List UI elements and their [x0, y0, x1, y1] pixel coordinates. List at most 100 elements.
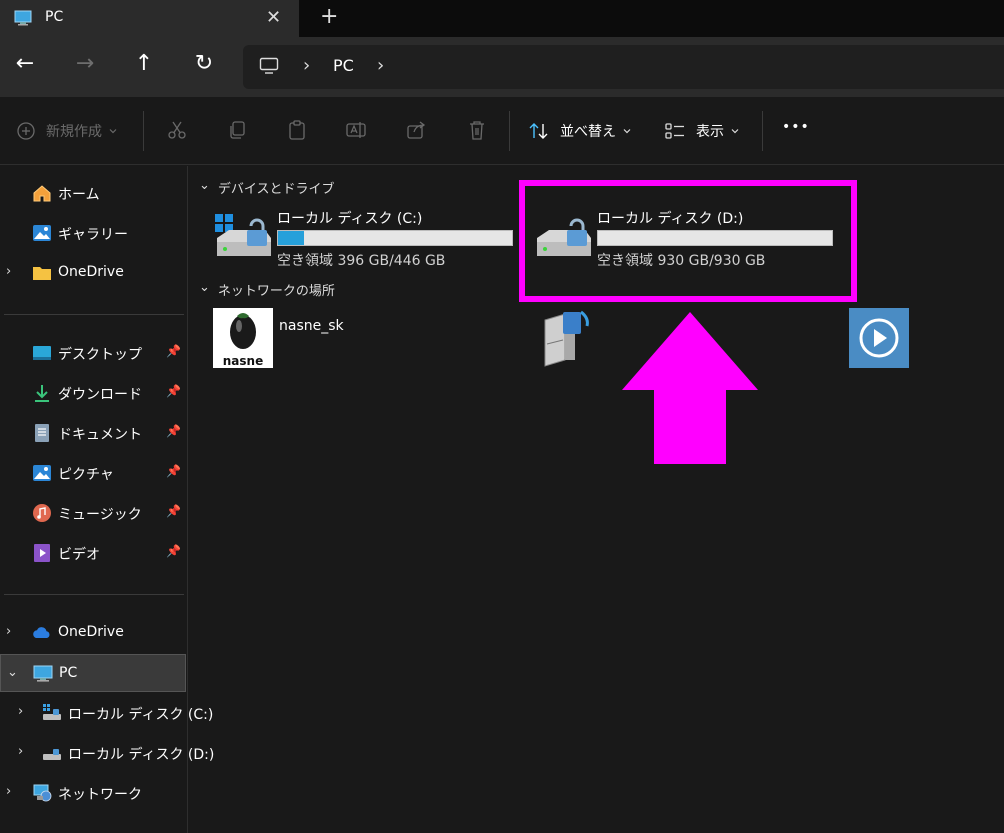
drive-c-usage-bar — [277, 230, 513, 246]
sidebar-item-label: OneDrive — [58, 624, 124, 640]
new-tab-button[interactable]: + — [320, 4, 338, 29]
address-bar[interactable]: › PC › — [243, 45, 1004, 89]
sidebar-item-label: ギャラリー — [58, 227, 128, 243]
cut-icon[interactable] — [166, 119, 188, 141]
chevron-right-icon[interactable]: › — [6, 624, 11, 639]
pc-icon — [33, 665, 53, 682]
sidebar-item-gallery[interactable]: ギャラリー — [0, 216, 186, 250]
share-icon[interactable] — [405, 119, 427, 141]
tab-title: PC — [45, 9, 64, 25]
drive-c-usage-fill — [278, 231, 304, 245]
sidebar-item-label: ドキュメント — [58, 427, 142, 443]
sidebar-item-music[interactable]: ミュージック 📌 — [0, 496, 186, 530]
tab-pc[interactable]: PC ✕ — [0, 0, 299, 37]
toolbar-divider — [143, 111, 144, 151]
sidebar-item-desktop[interactable]: デスクトップ 📌 — [0, 336, 186, 370]
pin-icon[interactable]: 📌 — [166, 384, 181, 398]
group-network-header[interactable]: ⌄ ネットワークの場所 — [199, 280, 335, 299]
media-server-icon[interactable] — [535, 308, 591, 368]
pin-icon[interactable]: 📌 — [166, 544, 181, 558]
sidebar-item-downloads[interactable]: ダウンロード 📌 — [0, 376, 186, 410]
refresh-button[interactable]: ↻ — [189, 51, 219, 76]
paste-icon[interactable] — [286, 119, 308, 141]
chevron-right-icon[interactable]: › — [6, 784, 11, 799]
up-button[interactable]: ↑ — [129, 51, 159, 76]
sidebar-item-pc[interactable]: ⌄ PC — [0, 654, 186, 692]
breadcrumb-pc[interactable]: PC — [333, 56, 354, 75]
sidebar-item-label: ミュージック — [58, 507, 142, 523]
back-button[interactable]: ← — [10, 51, 40, 76]
sidebar-item-documents[interactable]: ドキュメント 📌 — [0, 416, 186, 450]
drive-c-tile[interactable]: ローカル ディスク (C:) 空き領域 396 GB/446 GB — [213, 206, 513, 276]
view-button[interactable]: 表示 — [664, 121, 740, 141]
chevron-down-icon — [109, 129, 117, 134]
forward-button[interactable]: → — [70, 51, 100, 76]
sidebar-item-network[interactable]: › ネットワーク — [0, 776, 186, 810]
sort-label: 並べ替え — [560, 124, 616, 140]
new-label: 新規作成 — [46, 124, 102, 140]
pin-icon[interactable]: 📌 — [166, 424, 181, 438]
drive-c-icon — [43, 704, 61, 720]
chevron-right-icon[interactable]: › — [6, 264, 11, 279]
play-media-icon[interactable] — [849, 308, 909, 368]
group-title: デバイスとドライブ — [217, 182, 335, 197]
copy-icon[interactable] — [226, 119, 248, 141]
monitor-icon — [259, 57, 279, 74]
breadcrumb-separator-icon[interactable]: › — [377, 55, 384, 76]
pin-icon[interactable]: 📌 — [166, 464, 181, 478]
pc-icon — [14, 10, 32, 26]
sidebar-item-label: ネットワーク — [58, 787, 142, 803]
pin-icon[interactable]: 📌 — [166, 504, 181, 518]
network-item-label: nasne_sk — [279, 318, 344, 334]
more-options-button[interactable]: ••• — [782, 119, 810, 135]
sidebar-item-disk-d[interactable]: › ローカル ディスク (D:) — [0, 736, 214, 770]
desktop-icon — [33, 346, 51, 360]
sidebar-item-onedrive[interactable]: › OneDrive — [0, 256, 186, 290]
sidebar-item-disk-c[interactable]: › ローカル ディスク (C:) — [0, 696, 213, 730]
toolbar-divider — [762, 111, 763, 151]
chevron-down-icon: ⌄ — [199, 178, 210, 193]
sidebar-item-onedrive-cloud[interactable]: › OneDrive — [0, 616, 186, 650]
sidebar-item-label: ダウンロード — [58, 387, 142, 403]
chevron-right-icon[interactable]: › — [18, 744, 23, 759]
drive-c-free-space: 空き領域 396 GB/446 GB — [277, 253, 446, 269]
network-item-nasne[interactable]: nasne nasne_sk — [213, 308, 363, 370]
delete-icon[interactable] — [466, 119, 488, 141]
breadcrumb-separator-icon[interactable]: › — [303, 55, 310, 76]
music-icon — [33, 504, 51, 522]
sidebar-item-label: ビデオ — [58, 547, 100, 563]
new-button[interactable]: 新規作成 — [16, 121, 118, 141]
sort-button[interactable]: 並べ替え — [528, 121, 632, 141]
video-icon — [34, 544, 50, 562]
plus-circle-icon — [17, 122, 35, 140]
title-bar: PC ✕ + — [0, 0, 1004, 37]
folder-icon — [33, 267, 51, 280]
gallery-icon — [33, 225, 51, 241]
drive-c-name: ローカル ディスク (C:) — [277, 211, 423, 227]
sidebar-item-label: ピクチャ — [58, 467, 114, 483]
sidebar-item-label: デスクトップ — [58, 347, 142, 363]
group-devices-header[interactable]: ⌄ デバイスとドライブ — [199, 178, 335, 197]
sidebar-item-label: PC — [59, 665, 78, 681]
sort-icon — [529, 123, 548, 139]
toolbar-divider — [509, 111, 510, 151]
cloud-icon — [33, 627, 50, 638]
rename-icon[interactable] — [345, 119, 367, 141]
pin-icon[interactable]: 📌 — [166, 344, 181, 358]
nasne-logo-icon: nasne — [213, 308, 273, 368]
close-tab-icon[interactable]: ✕ — [266, 7, 281, 28]
sidebar-item-pictures[interactable]: ピクチャ 📌 — [0, 456, 186, 490]
sidebar-item-label: ホーム — [58, 187, 100, 203]
network-icon — [33, 784, 52, 802]
download-icon — [35, 385, 49, 402]
sidebar-divider — [4, 314, 184, 315]
navigation-pane: ホーム ギャラリー › OneDrive デスクトップ 📌 ダウンロード 📌 ド… — [0, 166, 214, 833]
sidebar-item-home[interactable]: ホーム — [0, 176, 186, 210]
chevron-right-icon[interactable]: › — [18, 704, 23, 719]
chevron-down-icon: ⌄ — [199, 280, 210, 295]
command-bar: 新規作成 並べ替え 表示 ••• — [0, 97, 1004, 165]
group-title: ネットワークの場所 — [217, 284, 335, 299]
highlight-box — [519, 180, 857, 302]
sidebar-item-videos[interactable]: ビデオ 📌 — [0, 536, 186, 570]
chevron-down-icon[interactable]: ⌄ — [7, 665, 18, 680]
